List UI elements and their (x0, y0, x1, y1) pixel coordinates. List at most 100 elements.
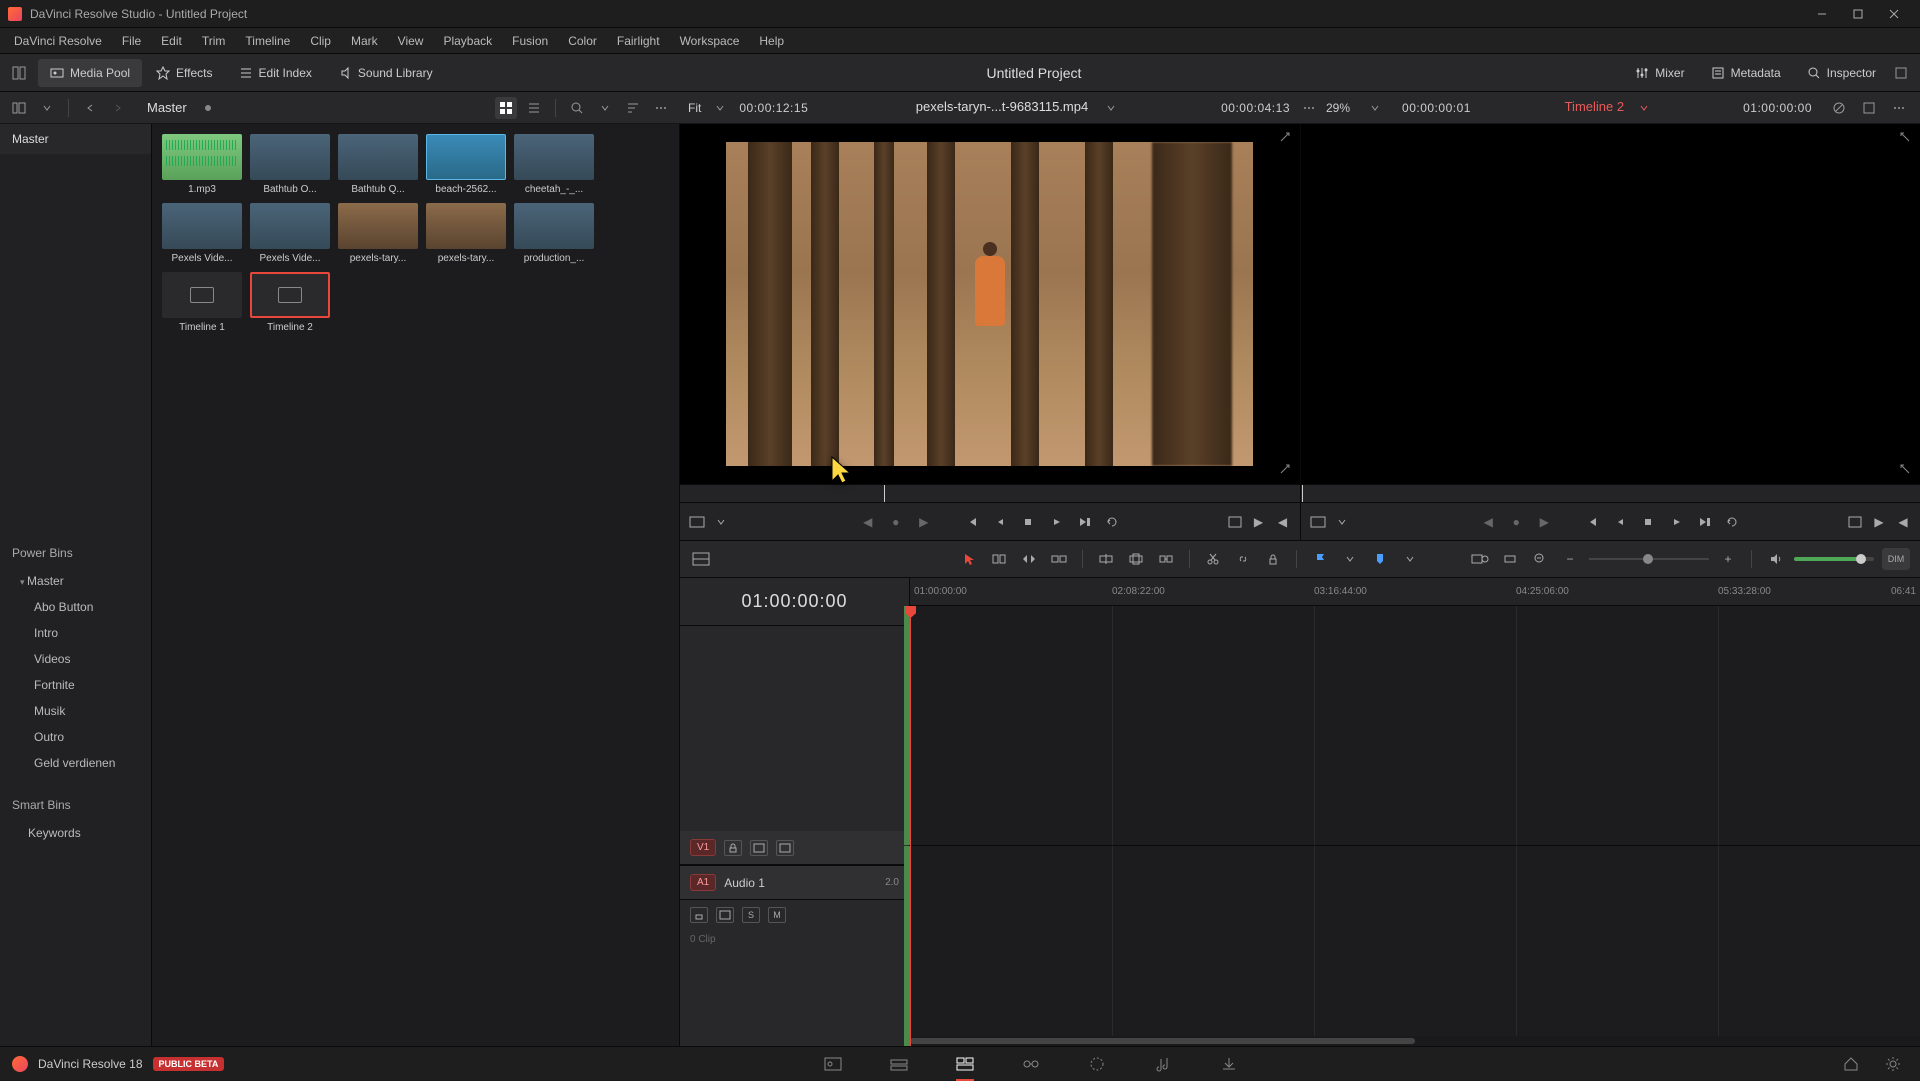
timeline-search-icon[interactable] (1469, 548, 1491, 570)
video-track-header[interactable]: V1 (680, 831, 909, 865)
layout-preset-icon[interactable] (8, 62, 30, 84)
marker-icon[interactable] (1369, 548, 1391, 570)
menu-trim[interactable]: Trim (192, 28, 236, 53)
nav-cut-icon[interactable] (886, 1051, 912, 1077)
volume-icon[interactable] (1764, 548, 1786, 570)
chevron-down-icon[interactable] (36, 97, 58, 119)
program-timeline-name[interactable]: Timeline 2 (1559, 99, 1630, 114)
solo-button[interactable]: S (742, 907, 760, 923)
media-clip[interactable]: beach-2562... (426, 134, 506, 195)
match-frame-icon[interactable] (1898, 462, 1914, 478)
source-fit-dropdown[interactable]: Fit (680, 101, 709, 115)
in-out-icon[interactable]: ◀ (1894, 513, 1912, 531)
nav-color-icon[interactable] (1084, 1051, 1110, 1077)
menu-timeline[interactable]: Timeline (235, 28, 300, 53)
media-clip[interactable]: pexels-tary... (338, 203, 418, 264)
sidebar-powerbins-header[interactable]: Power Bins (0, 538, 151, 568)
sidebar-smartbin-item[interactable]: Keywords (0, 820, 151, 846)
sidebar-bin-item[interactable]: Fortnite (0, 672, 151, 698)
zoom-minus-icon[interactable]: − (1559, 548, 1581, 570)
list-view-icon[interactable] (523, 97, 545, 119)
media-clip[interactable]: Timeline 2 (250, 272, 330, 333)
media-clip[interactable]: cheetah_-_... (514, 134, 594, 195)
next-clip-icon[interactable]: ▶ (915, 513, 933, 531)
sidebar-bin-item[interactable]: Outro (0, 724, 151, 750)
audio-track-header[interactable]: A1 Audio 1 2.0 (680, 866, 909, 900)
panel-edit-index[interactable]: Edit Index (227, 59, 324, 87)
next-clip-icon[interactable]: ▶ (1535, 513, 1553, 531)
options-icon[interactable] (650, 97, 672, 119)
menu-help[interactable]: Help (749, 28, 794, 53)
match-frame-icon[interactable] (1278, 462, 1294, 478)
step-fwd-icon[interactable] (1075, 513, 1093, 531)
timeline-tracks[interactable]: 01:00:00:00 02:08:22:00 03:16:44:00 04:2… (910, 578, 1920, 1046)
auto-select-icon[interactable] (716, 907, 734, 923)
program-scrubber[interactable] (1301, 484, 1920, 502)
source-timecode[interactable]: 00:00:04:13 (1213, 101, 1298, 115)
flag-icon[interactable] (1309, 548, 1331, 570)
mark-nav-icon[interactable]: ● (1507, 513, 1525, 531)
media-clip[interactable]: Pexels Vide... (162, 203, 242, 264)
maximize-button[interactable] (1840, 2, 1876, 26)
nav-forward-icon[interactable] (107, 97, 129, 119)
chevron-down-icon[interactable] (712, 513, 730, 531)
chevron-down-icon[interactable] (1633, 97, 1655, 119)
lock-icon[interactable] (1262, 548, 1284, 570)
sidebar-powerbin-master[interactable]: Master (0, 568, 151, 594)
viewer-mode-icon[interactable] (1309, 513, 1327, 531)
media-clip[interactable]: Bathtub Q... (338, 134, 418, 195)
panel-inspector[interactable]: Inspector (1795, 59, 1888, 87)
viewer-mode-icon[interactable] (688, 513, 706, 531)
chevron-down-icon[interactable] (1364, 97, 1386, 119)
volume-slider[interactable] (1794, 557, 1874, 561)
razor-icon[interactable] (1202, 548, 1224, 570)
search-icon[interactable] (566, 97, 588, 119)
nav-back-icon[interactable] (79, 97, 101, 119)
breadcrumb-master[interactable]: Master (135, 100, 199, 115)
match-frame-icon[interactable] (1278, 130, 1294, 146)
disable-track-icon[interactable] (776, 840, 794, 856)
sidebar-bin-item[interactable]: Abo Button (0, 594, 151, 620)
in-out-icon[interactable]: ▶ (1250, 513, 1268, 531)
playhead[interactable] (910, 606, 911, 1046)
media-clip[interactable]: Pexels Vide... (250, 203, 330, 264)
match-frame-icon[interactable] (1898, 130, 1914, 146)
menu-file[interactable]: File (112, 28, 151, 53)
loop-icon[interactable] (1723, 513, 1741, 531)
blade-tool-icon[interactable] (1048, 548, 1070, 570)
source-scrubber[interactable] (680, 484, 1300, 502)
chevron-down-icon[interactable] (1333, 513, 1351, 531)
step-fwd-icon[interactable] (1695, 513, 1713, 531)
dim-toggle[interactable]: DIM (1882, 548, 1910, 570)
minimize-button[interactable] (1804, 2, 1840, 26)
dynamic-trim-icon[interactable] (1018, 548, 1040, 570)
chevron-down-icon[interactable] (709, 97, 731, 119)
in-out-icon[interactable]: ◀ (1274, 513, 1292, 531)
prev-clip-icon[interactable]: ◀ (1479, 513, 1497, 531)
menu-view[interactable]: View (388, 28, 434, 53)
menu-playback[interactable]: Playback (433, 28, 502, 53)
bin-view-icon[interactable] (8, 97, 30, 119)
stop-icon[interactable] (1639, 513, 1657, 531)
match-frame-button-icon[interactable] (1846, 513, 1864, 531)
program-timecode[interactable]: 01:00:00:00 (1735, 101, 1820, 115)
settings-icon[interactable] (1880, 1051, 1906, 1077)
insert-clip-icon[interactable] (1095, 548, 1117, 570)
link-icon[interactable] (1232, 548, 1254, 570)
nav-edit-icon[interactable] (952, 1051, 978, 1077)
media-clip[interactable]: Bathtub O... (250, 134, 330, 195)
menu-clip[interactable]: Clip (300, 28, 341, 53)
menu-mark[interactable]: Mark (341, 28, 388, 53)
sort-icon[interactable] (622, 97, 644, 119)
sidebar-bin-item[interactable]: Intro (0, 620, 151, 646)
menu-workspace[interactable]: Workspace (670, 28, 750, 53)
fullscreen-icon[interactable] (1890, 62, 1912, 84)
stop-icon[interactable] (1019, 513, 1037, 531)
nav-deliver-icon[interactable] (1216, 1051, 1242, 1077)
chevron-down-icon[interactable] (1339, 548, 1361, 570)
zoom-to-fit-icon[interactable] (1499, 548, 1521, 570)
home-icon[interactable] (1838, 1051, 1864, 1077)
menu-davinci[interactable]: DaVinci Resolve (4, 28, 112, 53)
chevron-down-icon[interactable] (594, 97, 616, 119)
options-icon[interactable] (1888, 97, 1910, 119)
